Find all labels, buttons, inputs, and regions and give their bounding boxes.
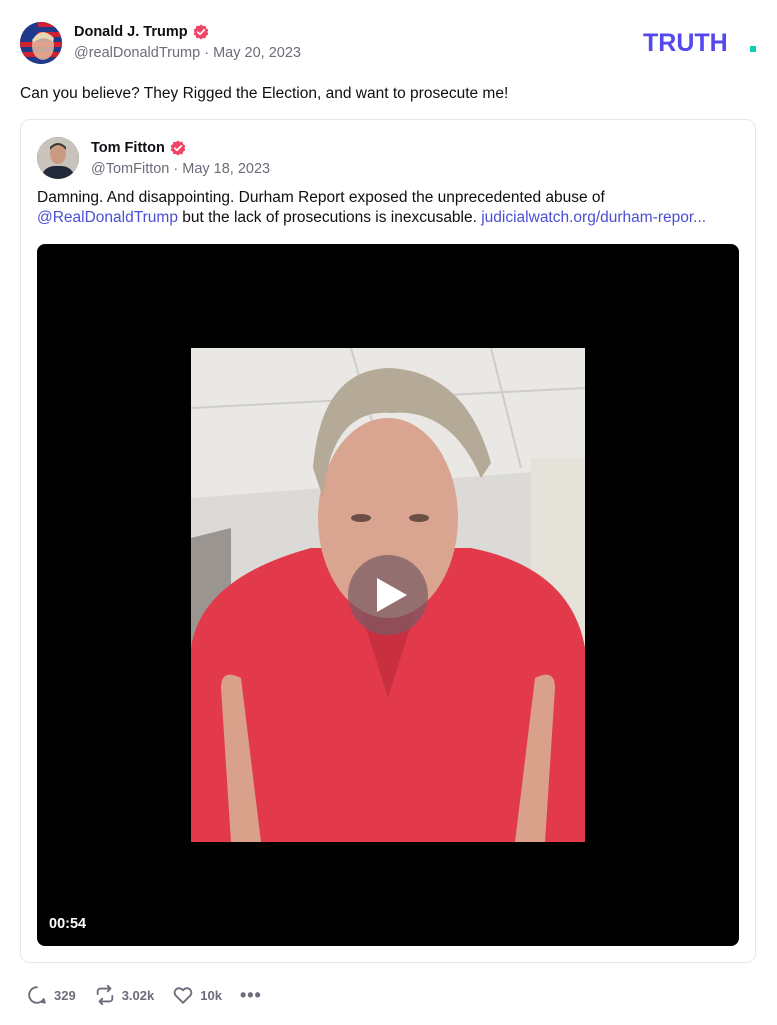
author-avatar[interactable]	[20, 22, 62, 64]
like-count: 10k	[200, 987, 222, 1003]
post-text: Can you believe? They Rigged the Electio…	[20, 85, 509, 102]
verified-badge-icon	[170, 140, 186, 156]
truth-logo-dot	[750, 46, 756, 52]
external-link[interactable]: judicialwatch.org/durham-repor...	[481, 209, 706, 226]
more-options-button[interactable]: •••	[240, 985, 262, 1006]
play-button[interactable]	[348, 555, 428, 635]
post-actions: 329 3.02k 10k •••	[26, 983, 280, 1007]
retruth-button[interactable]: 3.02k	[94, 984, 155, 1006]
video-player[interactable]: 00:54	[37, 244, 739, 946]
quoted-post-card[interactable]: Tom Fitton @TomFitton · May 18, 2023 Dam…	[20, 119, 756, 963]
quote-text: Damning. And disappointing. Durham Repor…	[37, 188, 741, 228]
post-header: Donald J. Trump @realDonaldTrump · May 2…	[20, 22, 757, 66]
reply-button[interactable]: 329	[26, 984, 76, 1006]
flag-avatar-icon	[20, 22, 62, 64]
retruth-icon	[96, 984, 113, 1006]
video-duration: 00:54	[49, 916, 87, 932]
play-icon	[377, 578, 407, 612]
quote-author-avatar[interactable]	[37, 137, 79, 179]
truth-social-logo[interactable]: TRUTH	[643, 30, 757, 54]
author-name[interactable]: Donald J. Trump	[74, 24, 188, 40]
person-avatar-icon	[37, 137, 79, 179]
more-icon: •••	[239, 984, 262, 1005]
truth-logo-text: TRUTH	[643, 30, 728, 54]
retruth-count: 3.02k	[121, 987, 155, 1003]
quote-text-start: Damning. And disappointing. Durham Repor…	[37, 189, 605, 206]
quote-author-handle-date: @TomFitton · May 18, 2023	[91, 161, 271, 177]
verified-badge-icon	[193, 24, 208, 40]
author-handle-date: @realDonaldTrump · May 20, 2023	[74, 45, 301, 61]
reply-icon	[28, 986, 46, 1004]
like-button[interactable]: 10k	[172, 984, 222, 1006]
mention-link[interactable]: @RealDonaldTrump	[37, 209, 178, 226]
quote-text-mid: but the lack of prosecutions is inexcusa…	[177, 209, 482, 226]
reply-count: 329	[54, 987, 76, 1003]
quote-author-name[interactable]: Tom Fitton	[91, 140, 165, 156]
heart-icon	[174, 987, 193, 1004]
